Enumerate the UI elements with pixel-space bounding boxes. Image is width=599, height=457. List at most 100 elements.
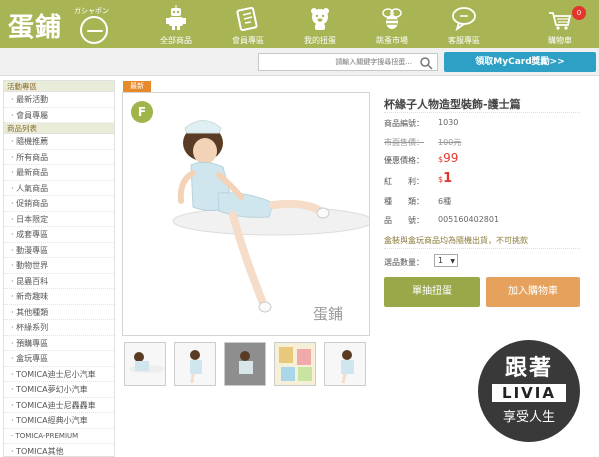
kinds-label: 種 類： xyxy=(384,197,424,206)
original-price-value: 100元 xyxy=(438,138,462,147)
series-badge: F xyxy=(131,101,153,123)
divider xyxy=(384,112,580,113)
sidebar-item-label: 最新活動 xyxy=(16,95,49,104)
logo-egg-icon xyxy=(80,16,108,44)
logo-kana: ガシャポン xyxy=(74,7,109,15)
product-code-label: 商品編號： xyxy=(384,119,424,128)
sidebar-item-label: 杯緣系列 xyxy=(16,323,49,332)
thumbnail-strip xyxy=(122,342,370,388)
quantity-select[interactable]: 1 ▼ xyxy=(434,254,458,267)
sidebar-item-label: 人氣商品 xyxy=(16,183,49,193)
sidebar-item[interactable]: · TOMICA迪士尼轟轟車 xyxy=(4,398,114,413)
bonus-label: 紅 利： xyxy=(384,177,424,186)
cart-icon xyxy=(549,12,572,30)
nav-customer-service[interactable]: 客服專區 xyxy=(428,0,500,48)
sidebar: 活動專區 · 最新活動 · 會員專屬 商品列表 · 隨機推薦 · 所有商品 · 最新商品 · … xyxy=(3,80,115,457)
sidebar-item[interactable]: · 最新商品 xyxy=(4,165,114,181)
robot-icon xyxy=(166,5,186,30)
sidebar-item[interactable]: · 預購專區 xyxy=(4,336,114,351)
sidebar-item[interactable]: · 日本限定 xyxy=(4,212,114,227)
watermark-top-text: 跟著 xyxy=(504,356,553,381)
product-main-image[interactable]: F 蛋鋪 xyxy=(122,92,370,336)
sidebar-item[interactable]: · 動物世界 xyxy=(4,258,114,274)
sidebar-item[interactable]: · 促銷商品 xyxy=(4,196,114,212)
nav-cart[interactable]: 0 購物車 xyxy=(524,0,596,48)
kinds-value: 6種 xyxy=(438,197,452,206)
thumbnail[interactable] xyxy=(274,342,316,386)
search-box xyxy=(258,53,438,71)
sidebar-item[interactable]: · 會員專屬 xyxy=(4,108,114,123)
original-price-label: 市面售價： xyxy=(384,138,424,147)
sidebar-item[interactable]: · 其他種類 xyxy=(4,305,114,320)
sidebar-item-label: 昆蟲百科 xyxy=(16,276,49,286)
nav-label: 跳蚤市場 xyxy=(376,36,408,45)
sidebar-item-label: TOMICA其他 xyxy=(16,447,64,456)
price-value: 99 xyxy=(443,151,459,165)
cart-count-badge: 0 xyxy=(572,6,586,20)
nav-my-gacha[interactable]: 我的扭蛋 xyxy=(284,0,356,48)
sidebar-item[interactable]: · 成套專區 xyxy=(4,227,114,243)
site-header: 蛋鋪 ガシャポン 全部商品 會員專區 我的扭蛋 跳蚤市場 客服專區 0 購物車 xyxy=(0,0,599,48)
chat-bubble-icon xyxy=(452,7,476,31)
nav-all-products[interactable]: 全部商品 xyxy=(140,0,212,48)
member-card-icon xyxy=(236,6,258,31)
sidebar-item[interactable]: · 最新活動 xyxy=(4,92,114,108)
quantity-label: 選品數量： xyxy=(384,258,424,267)
sidebar-item[interactable]: · TOMICA其他 xyxy=(4,444,114,456)
sidebar-item-label: 盒玩專區 xyxy=(16,354,49,363)
sidebar-item[interactable]: · TOMICA迪士尼小汽車 xyxy=(4,367,114,382)
sidebar-item-label: 隨機推薦 xyxy=(16,137,49,146)
sidebar-item[interactable]: · 盒玩專區 xyxy=(4,351,114,367)
sidebar-item-label: 日本限定 xyxy=(16,214,49,224)
random-shipping-notice: 盒裝與盒玩商品均為隨機出貨，不可挑款 xyxy=(384,236,528,245)
site-logo[interactable]: 蛋鋪 ガシャポン xyxy=(8,4,126,44)
add-to-cart-button[interactable]: 加入購物車 xyxy=(486,277,580,307)
sidebar-item-label: 會員專屬 xyxy=(16,110,49,120)
sidebar-section-heading: 活動專區 xyxy=(4,81,114,92)
sku-label: 品 號： xyxy=(384,216,424,225)
bee-icon xyxy=(382,8,402,29)
nav-flea-market[interactable]: 跳蚤市場 xyxy=(356,0,428,48)
sidebar-item[interactable]: · 所有商品 xyxy=(4,150,114,165)
watermark-name-text: LIVIA xyxy=(492,384,566,402)
sidebar-item-label: TOMICA經典小汽車 xyxy=(16,416,88,425)
sidebar-item[interactable]: · 動漫專區 xyxy=(4,243,114,258)
nav-label: 全部商品 xyxy=(160,36,192,45)
sidebar-item-label: TOMICA迪士尼小汽車 xyxy=(16,369,96,379)
sidebar-item-label: 預購專區 xyxy=(16,338,49,348)
mycard-reward-button[interactable]: 領取MyCard獎勵>> xyxy=(444,52,596,72)
bonus-value: 1 xyxy=(443,171,453,186)
sidebar-item-label: TOMICA迪士尼轟轟車 xyxy=(16,400,96,410)
bear-icon xyxy=(311,8,329,30)
nav-label: 我的扭蛋 xyxy=(304,36,336,45)
thumbnail[interactable] xyxy=(224,342,266,386)
sidebar-item-label: 其他種類 xyxy=(16,307,49,317)
sidebar-item[interactable]: · TOMICA-PREMIUM xyxy=(4,429,114,444)
sku-value: 005160402801 xyxy=(438,215,500,224)
sidebar-item-label: 新奇趣味 xyxy=(16,292,49,301)
sidebar-item[interactable]: · 人氣商品 xyxy=(4,181,114,196)
thumbnail[interactable] xyxy=(174,342,216,386)
single-draw-button[interactable]: 單抽扭蛋 xyxy=(384,277,480,307)
sidebar-item[interactable]: · TOMICA夢幻小汽車 xyxy=(4,382,114,398)
sidebar-section-heading: 商品列表 xyxy=(4,123,114,134)
logo-text: 蛋鋪 xyxy=(8,13,63,43)
sidebar-item-label: 促銷商品 xyxy=(16,199,49,208)
sidebar-item[interactable]: · 杯緣系列 xyxy=(4,320,114,336)
sidebar-item[interactable]: · 隨機推薦 xyxy=(4,134,114,150)
search-input[interactable] xyxy=(261,55,416,69)
thumbnail[interactable] xyxy=(324,342,366,386)
sidebar-item-label: 動漫專區 xyxy=(16,245,49,255)
nav-member[interactable]: 會員專區 xyxy=(212,0,284,48)
livia-watermark-logo: 跟著 LIVIA 享受人生 xyxy=(478,340,580,442)
sidebar-item-label: 所有商品 xyxy=(16,152,49,162)
new-tag: 最新 xyxy=(123,81,151,92)
bonus: $1 xyxy=(438,171,452,186)
sidebar-item[interactable]: · 新奇趣味 xyxy=(4,289,114,305)
thumbnail[interactable] xyxy=(124,342,166,386)
nurse-figure-image xyxy=(172,120,369,313)
sidebar-item[interactable]: · 昆蟲百科 xyxy=(4,274,114,289)
sidebar-item[interactable]: · TOMICA經典小汽車 xyxy=(4,413,114,429)
sidebar-item-label: 最新商品 xyxy=(16,168,49,177)
search-icon[interactable] xyxy=(419,56,433,70)
